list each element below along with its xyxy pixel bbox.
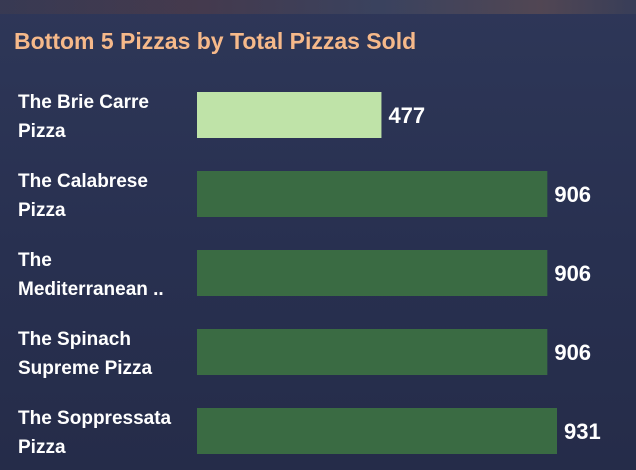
category-label-3-line-1: The bbox=[18, 250, 52, 271]
category-label-1-line-1: The Brie Carre bbox=[18, 92, 149, 113]
category-label-3-line-2: Mediterranean .. bbox=[18, 279, 164, 300]
category-label-2-line-1: The Calabrese bbox=[18, 171, 148, 192]
value-label-4: 906 bbox=[554, 340, 591, 365]
category-label-5-line-2: Pizza bbox=[18, 437, 66, 458]
category-label-5-line-1: The Soppressata bbox=[18, 408, 172, 429]
value-label-2: 906 bbox=[554, 182, 591, 207]
bar-chart: 477 The Brie Carre Pizza 906 The Calabrese Pi… bbox=[18, 92, 601, 458]
bar-5[interactable] bbox=[197, 408, 557, 454]
bar-1[interactable] bbox=[197, 92, 382, 138]
value-label-1: 477 bbox=[388, 103, 425, 128]
value-label-3: 906 bbox=[554, 261, 591, 286]
bar-2[interactable] bbox=[197, 171, 548, 217]
value-label-5: 931 bbox=[564, 419, 601, 444]
bar-4[interactable] bbox=[197, 329, 548, 375]
chart-panel: Bottom 5 Pizzas by Total Pizzas Sold 477… bbox=[0, 0, 636, 470]
category-label-4-line-2: Supreme Pizza bbox=[18, 358, 153, 379]
category-label-1-line-2: Pizza bbox=[18, 121, 66, 142]
category-label-2-line-2: Pizza bbox=[18, 200, 66, 221]
category-label-4-line-1: The Spinach bbox=[18, 329, 131, 350]
bar-3[interactable] bbox=[197, 250, 548, 296]
